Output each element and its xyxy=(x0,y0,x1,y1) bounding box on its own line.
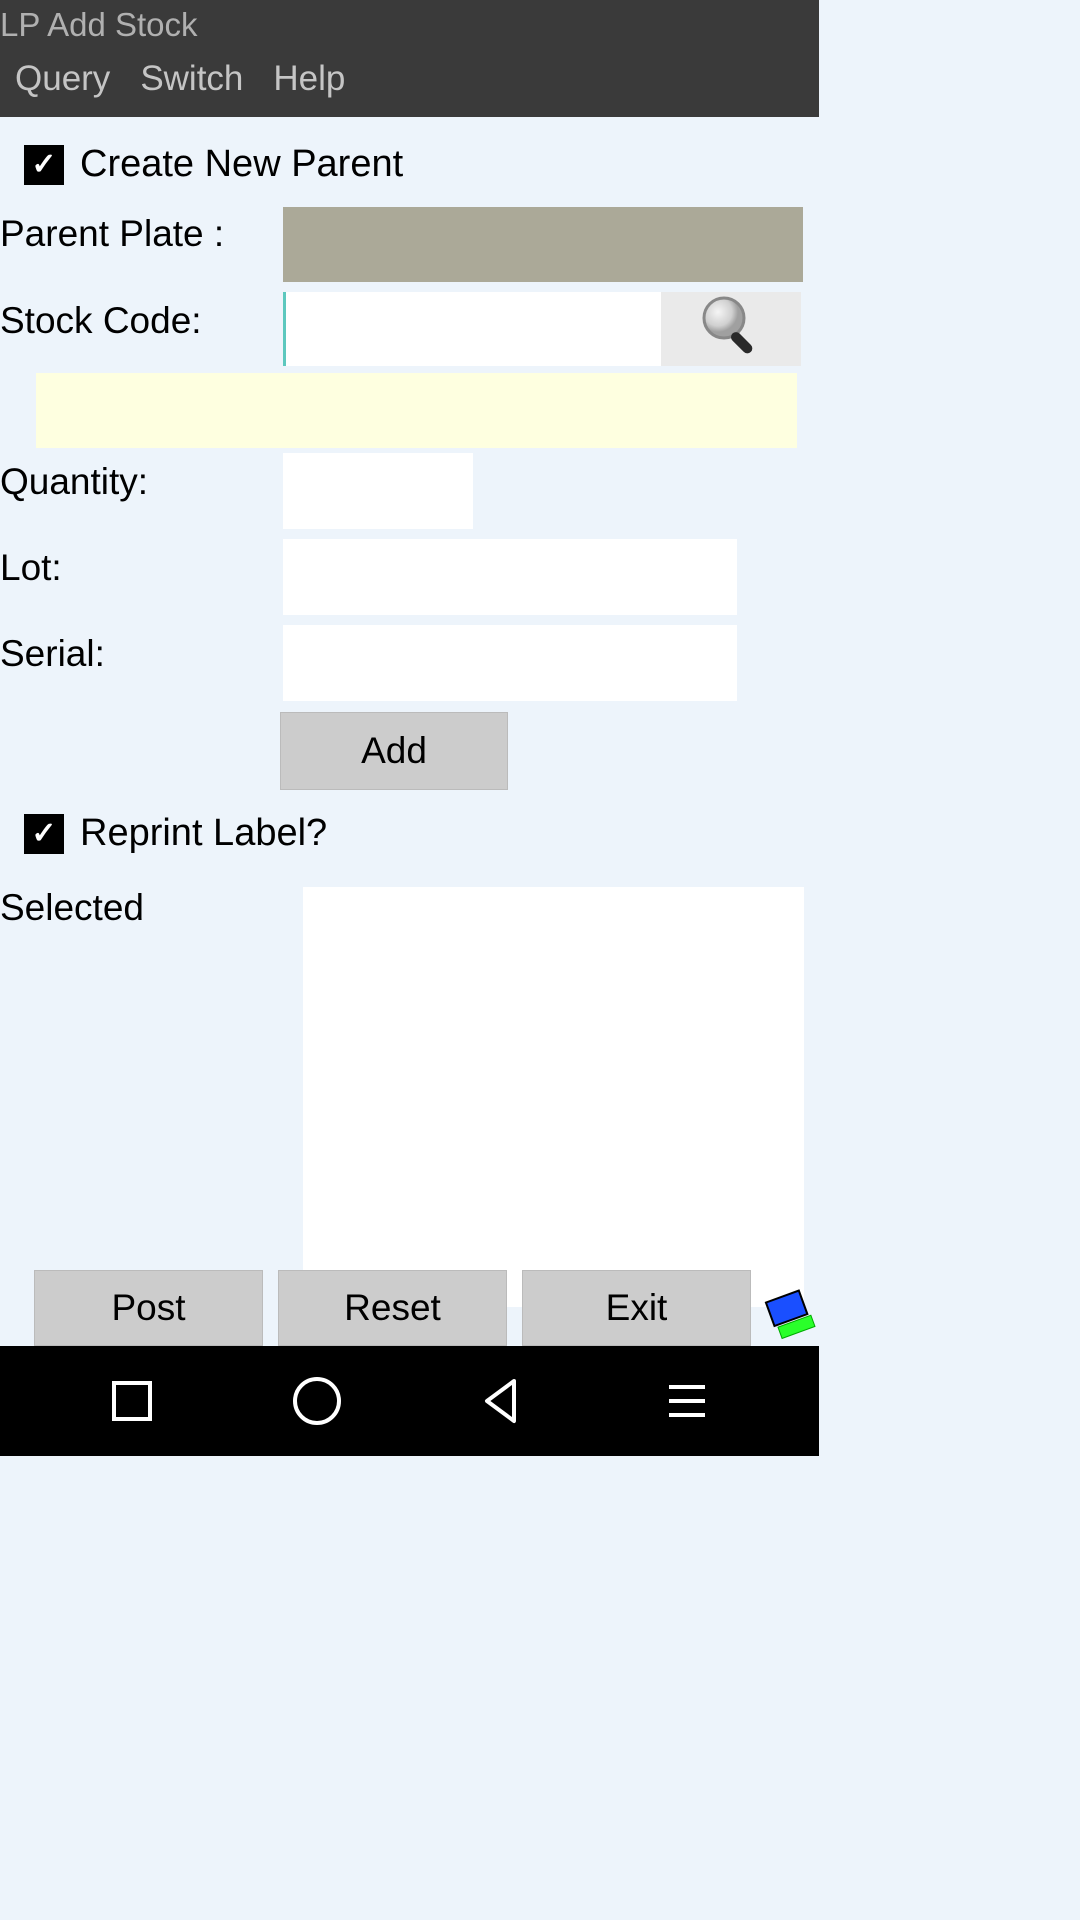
quantity-label: Quantity: xyxy=(0,453,283,503)
main-content: ✓ Create New Parent Parent Plate : Stock… xyxy=(0,117,819,1307)
quantity-input[interactable] xyxy=(283,453,473,529)
stock-code-row: Stock Code: xyxy=(0,287,819,371)
back-button[interactable] xyxy=(472,1371,532,1431)
scanner-icon[interactable] xyxy=(759,1286,819,1346)
action-buttons: Post Reset Exit xyxy=(34,1270,814,1346)
menu-bar: Query Switch Help xyxy=(0,44,819,117)
menu-help[interactable]: Help xyxy=(273,59,345,99)
menu-button[interactable] xyxy=(657,1371,717,1431)
lot-input[interactable] xyxy=(283,539,737,615)
parent-plate-row: Parent Plate : xyxy=(0,200,819,287)
app-header: LP Add Stock Query Switch Help xyxy=(0,0,819,117)
post-button[interactable]: Post xyxy=(34,1270,263,1346)
reprint-label: Reprint Label? xyxy=(80,812,327,855)
add-button[interactable]: Add xyxy=(280,712,508,790)
lot-row: Lot: xyxy=(0,534,819,620)
reset-button[interactable]: Reset xyxy=(278,1270,507,1346)
home-button[interactable] xyxy=(287,1371,347,1431)
reprint-checkbox[interactable]: ✓ xyxy=(24,814,64,854)
android-nav-bar xyxy=(0,1346,819,1456)
reprint-row: ✓ Reprint Label? xyxy=(0,790,819,869)
serial-row: Serial: xyxy=(0,620,819,706)
stock-code-label: Stock Code: xyxy=(0,292,283,342)
selected-label: Selected xyxy=(0,887,303,929)
search-icon xyxy=(696,292,766,367)
add-button-row: Add xyxy=(0,706,819,790)
menu-switch[interactable]: Switch xyxy=(140,59,243,99)
create-parent-checkbox[interactable]: ✓ xyxy=(24,145,64,185)
stock-code-input[interactable] xyxy=(283,292,661,366)
create-parent-label: Create New Parent xyxy=(80,143,403,186)
stock-description-display xyxy=(36,373,797,448)
parent-plate-input[interactable] xyxy=(283,207,803,282)
checkmark-icon: ✓ xyxy=(31,147,56,182)
parent-plate-label: Parent Plate : xyxy=(0,205,283,255)
search-button[interactable] xyxy=(661,292,801,366)
exit-button[interactable]: Exit xyxy=(522,1270,751,1346)
lot-label: Lot: xyxy=(0,539,283,589)
serial-input[interactable] xyxy=(283,625,737,701)
quantity-row: Quantity: xyxy=(0,448,819,534)
selected-listbox[interactable] xyxy=(303,887,804,1307)
checkmark-icon: ✓ xyxy=(31,816,56,851)
serial-label: Serial: xyxy=(0,625,283,675)
page-title: LP Add Stock xyxy=(0,0,819,44)
menu-query[interactable]: Query xyxy=(15,59,110,99)
create-parent-row: ✓ Create New Parent xyxy=(0,129,819,200)
selected-row: Selected xyxy=(0,869,819,1307)
recent-apps-button[interactable] xyxy=(102,1371,162,1431)
